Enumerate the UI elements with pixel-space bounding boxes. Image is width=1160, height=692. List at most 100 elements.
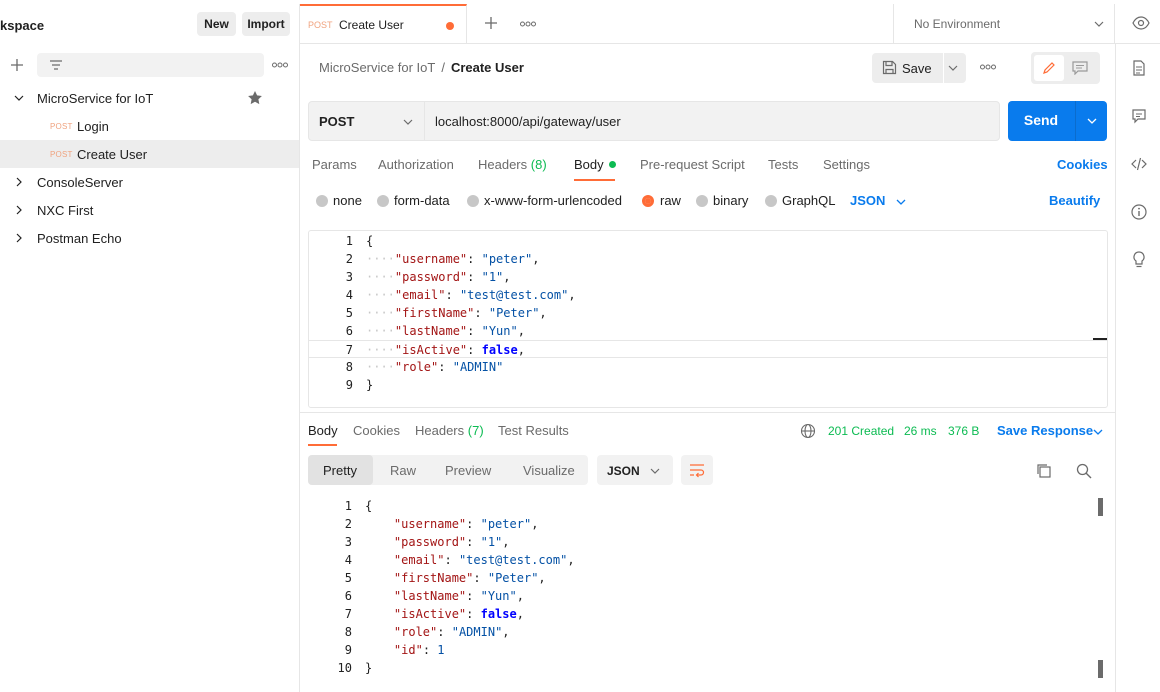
save-button[interactable]: Save <box>902 61 932 76</box>
view-visualize[interactable]: Visualize <box>523 463 575 478</box>
radio-raw[interactable] <box>642 195 654 207</box>
import-button[interactable]: Import <box>242 12 290 36</box>
tab-tests[interactable]: Tests <box>768 157 798 172</box>
radio-form-data[interactable] <box>377 195 389 207</box>
code-line[interactable]: 1{ <box>309 232 1107 250</box>
response-body-viewer[interactable]: 1{2 "username": "peter", 3 "password": "1… <box>308 496 1108 686</box>
scrollbar-thumb[interactable] <box>1098 498 1103 516</box>
breadcrumb-current[interactable]: Create User <box>451 60 524 75</box>
code-line[interactable]: 7 ····"isActive": false, <box>309 340 1107 358</box>
save-response-button[interactable]: Save Response <box>997 423 1093 438</box>
collection-item[interactable]: MicroService for IoT <box>0 84 299 112</box>
code-line[interactable]: 5 "firstName": "Peter", <box>308 569 1106 587</box>
radio-none[interactable] <box>316 195 328 207</box>
beautify-button[interactable]: Beautify <box>1049 193 1100 208</box>
collection-item[interactable]: Postman Echo <box>0 224 299 252</box>
method-select[interactable]: POST <box>309 102 425 140</box>
resp-tab-body[interactable]: Body <box>308 423 338 438</box>
workspace-title[interactable]: kspace <box>0 18 44 33</box>
search-icon[interactable] <box>1076 463 1092 479</box>
code-line[interactable]: 3 "password": "1", <box>308 533 1106 551</box>
radio-graphql[interactable] <box>765 195 777 207</box>
code-line[interactable]: 8 ····"role": "ADMIN" <box>309 358 1107 376</box>
globe-icon[interactable] <box>800 423 816 439</box>
cookies-link[interactable]: Cookies <box>1057 157 1108 172</box>
format-select[interactable]: JSON <box>597 455 673 485</box>
more-options-icon[interactable] <box>272 62 288 68</box>
response-divider[interactable] <box>300 412 1115 413</box>
breadcrumb-parent[interactable]: MicroService for IoT <box>319 60 435 75</box>
tab-settings[interactable]: Settings <box>823 157 870 172</box>
more-options-icon[interactable] <box>980 64 996 70</box>
code-line[interactable]: 8 "role": "ADMIN", <box>308 623 1106 641</box>
chevron-down-icon[interactable] <box>948 64 958 72</box>
more-tabs-icon[interactable] <box>520 21 536 27</box>
radio-urlencoded[interactable] <box>467 195 479 207</box>
eye-icon[interactable] <box>1132 16 1150 30</box>
copy-icon[interactable] <box>1036 463 1052 479</box>
tab-headers[interactable]: Headers (8) <box>478 157 547 172</box>
code-icon[interactable] <box>1131 156 1147 172</box>
code-line[interactable]: 7 "isActive": false, <box>308 605 1106 623</box>
tab-prerequest-script[interactable]: Pre-request Script <box>640 157 745 172</box>
code-line[interactable]: 2 ····"username": "peter", <box>309 250 1107 268</box>
comments-icon[interactable] <box>1131 108 1147 124</box>
tab-params[interactable]: Params <box>312 157 357 172</box>
chevron-right-icon[interactable] <box>14 205 24 215</box>
collection-item[interactable]: NXC First <box>0 196 299 224</box>
environment-select[interactable]: No Environment <box>893 4 1115 44</box>
view-preview[interactable]: Preview <box>445 463 491 478</box>
code-line[interactable]: 1{ <box>308 497 1106 515</box>
code-line[interactable]: 10} <box>308 659 1106 677</box>
radio-label-graphql[interactable]: GraphQL <box>782 193 835 208</box>
code-line[interactable]: 9 "id": 1 <box>308 641 1106 659</box>
unsaved-dot[interactable] <box>446 22 454 30</box>
response-status[interactable]: 201 Created <box>828 424 894 438</box>
radio-binary[interactable] <box>696 195 708 207</box>
code-line[interactable]: 6 "lastName": "Yun", <box>308 587 1106 605</box>
chevron-down-icon[interactable] <box>1087 117 1097 125</box>
response-size[interactable]: 376 B <box>948 424 979 438</box>
chevron-right-icon[interactable] <box>14 177 24 187</box>
send-button[interactable]: Send <box>1008 112 1074 128</box>
code-line[interactable]: 3 ····"password": "1", <box>309 268 1107 286</box>
response-time[interactable]: 26 ms <box>904 424 937 438</box>
star-icon[interactable] <box>247 90 263 106</box>
radio-label-urlencoded[interactable]: x-www-form-urlencoded <box>484 193 622 208</box>
code-line[interactable]: 6 ····"lastName": "Yun", <box>309 322 1107 340</box>
request-item[interactable]: POST Login <box>0 112 299 140</box>
tab-create-user[interactable]: POST Create User <box>300 4 467 44</box>
chevron-down-icon[interactable] <box>14 93 24 103</box>
url-input[interactable]: localhost:8000/api/gateway/user <box>435 114 621 129</box>
filter-input[interactable] <box>37 53 264 77</box>
info-icon[interactable] <box>1131 204 1147 220</box>
language-select[interactable]: JSON <box>850 193 885 208</box>
code-line[interactable]: 5 ····"firstName": "Peter", <box>309 304 1107 322</box>
documentation-icon[interactable] <box>1131 60 1147 76</box>
resp-tab-cookies[interactable]: Cookies <box>353 423 400 438</box>
radio-label-form-data[interactable]: form-data <box>394 193 450 208</box>
radio-label-raw[interactable]: raw <box>660 193 681 208</box>
resp-tab-headers[interactable]: Headers (7) <box>415 423 484 438</box>
comment-mode-icon[interactable] <box>1072 61 1088 75</box>
request-item-active[interactable]: POST Create User <box>0 140 299 168</box>
chevron-down-icon[interactable] <box>1093 428 1103 436</box>
radio-label-none[interactable]: none <box>333 193 362 208</box>
add-collection-icon[interactable] <box>10 58 24 72</box>
tab-authorization[interactable]: Authorization <box>378 157 454 172</box>
collection-item[interactable]: ConsoleServer <box>0 168 299 196</box>
view-raw[interactable]: Raw <box>390 463 416 478</box>
view-pretty[interactable]: Pretty <box>323 463 357 478</box>
code-line[interactable]: 4 "email": "test@test.com", <box>308 551 1106 569</box>
radio-label-binary[interactable]: binary <box>713 193 748 208</box>
request-body-editor[interactable]: 1{2 ····"username": "peter", 3 ····"passwor… <box>308 230 1108 408</box>
code-line[interactable]: 9} <box>309 376 1107 394</box>
tab-body[interactable]: Body <box>574 157 616 172</box>
code-line[interactable]: 4 ····"email": "test@test.com", <box>309 286 1107 304</box>
chevron-down-icon[interactable] <box>896 198 906 206</box>
resp-tab-test-results[interactable]: Test Results <box>498 423 569 438</box>
edit-mode-button[interactable] <box>1034 55 1064 81</box>
code-line[interactable]: 2 "username": "peter", <box>308 515 1106 533</box>
chevron-right-icon[interactable] <box>14 233 24 243</box>
new-button[interactable]: New <box>197 12 236 36</box>
